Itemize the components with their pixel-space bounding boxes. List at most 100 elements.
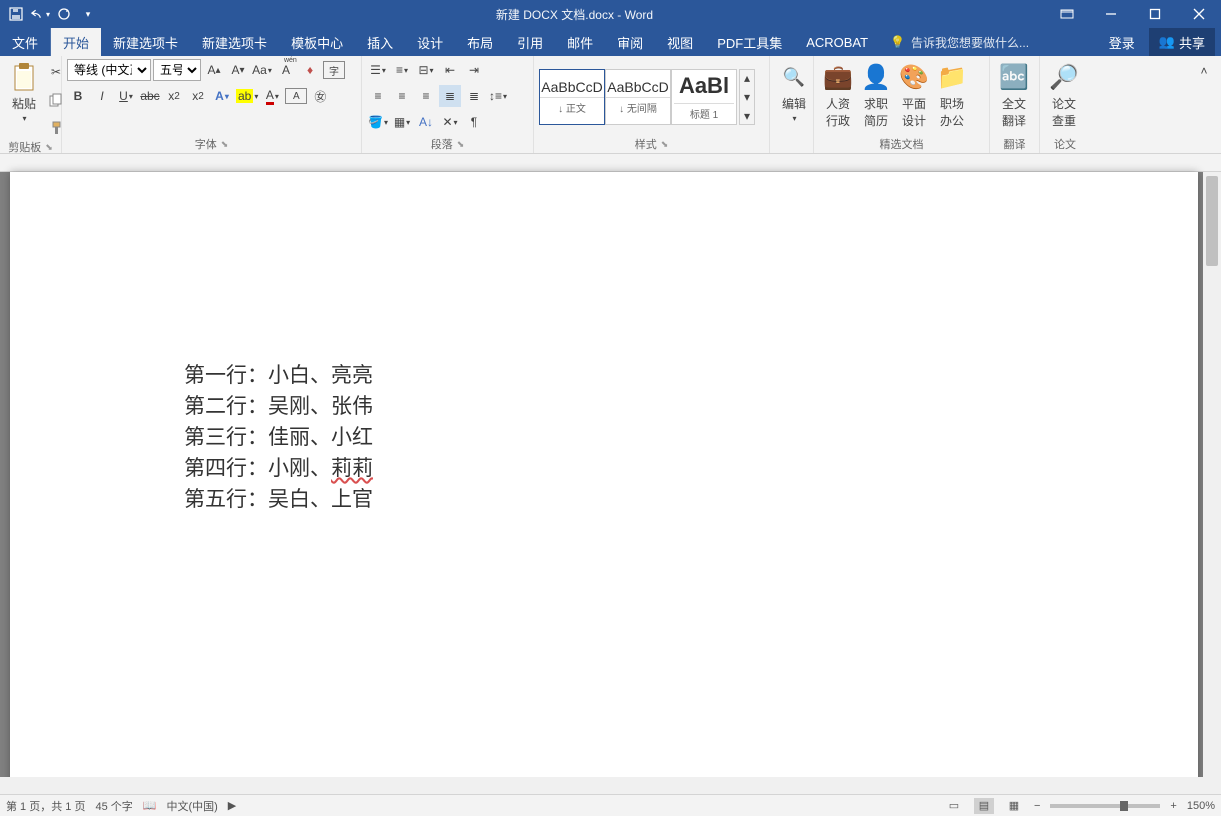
align-right-icon[interactable]: ≡: [415, 85, 437, 107]
scrollbar-vertical[interactable]: [1203, 172, 1221, 794]
read-mode-icon[interactable]: ▭: [944, 798, 964, 814]
document-content[interactable]: 第一行：小白、亮亮 第二行：吴刚、张伟 第三行：佳丽、小红 第四行：小刚、莉莉 …: [184, 360, 373, 515]
ribbon-mode-icon[interactable]: [1045, 0, 1089, 28]
macro-icon[interactable]: ▶: [228, 799, 236, 812]
asian-layout-icon[interactable]: ✕▾: [439, 111, 461, 133]
shading-icon[interactable]: 🪣▾: [367, 111, 389, 133]
person-icon: 👤: [860, 61, 892, 93]
style-no-spacing[interactable]: AaBbCcD↓ 无间隔: [605, 69, 671, 125]
style-normal[interactable]: AaBbCcD↓ 正文: [539, 69, 605, 125]
qat-more-icon[interactable]: ▾: [78, 4, 98, 24]
page-indicator[interactable]: 第 1 页，共 1 页: [6, 798, 85, 814]
language-indicator[interactable]: 中文(中国): [166, 798, 217, 814]
character-border-icon[interactable]: A: [285, 88, 307, 104]
full-translate-button[interactable]: 🔤全文 翻译: [995, 59, 1033, 131]
highlight-icon[interactable]: ab▾: [235, 85, 259, 107]
doc-resume[interactable]: 👤求职 简历: [857, 59, 895, 131]
grow-font-icon[interactable]: A▴: [203, 59, 225, 81]
zoom-in-icon[interactable]: +: [1170, 800, 1176, 812]
status-bar: 第 1 页，共 1 页 45 个字 📖 中文(中国) ▶ ▭ ▤ ▦ − + 1…: [0, 794, 1221, 816]
distribute-icon[interactable]: ≣: [463, 85, 485, 107]
tab-pdf-toolkit[interactable]: PDF工具集: [705, 28, 794, 56]
increase-indent-icon[interactable]: ⇥: [463, 59, 485, 81]
line-spacing-icon[interactable]: ↕≡▾: [487, 85, 509, 107]
tell-me[interactable]: 💡告诉我您想要做什么...: [880, 28, 1099, 56]
bullets-icon[interactable]: ☰▾: [367, 59, 389, 81]
dialog-launcher-icon[interactable]: ⬊: [661, 139, 669, 150]
tab-view[interactable]: 视图: [655, 28, 705, 56]
doc-hr-admin[interactable]: 💼人资 行政: [819, 59, 857, 131]
bold-icon[interactable]: B: [67, 85, 89, 107]
circled-char-icon[interactable]: ㊛: [309, 85, 331, 107]
decrease-indent-icon[interactable]: ⇤: [439, 59, 461, 81]
change-case-icon[interactable]: Aa▾: [251, 59, 273, 81]
doc-design[interactable]: 🎨平面 设计: [895, 59, 933, 131]
spellcheck-icon[interactable]: 📖: [143, 799, 157, 812]
collapse-ribbon-icon[interactable]: ˄: [1193, 60, 1215, 82]
tab-file[interactable]: 文件: [0, 28, 51, 56]
zoom-level[interactable]: 150%: [1187, 800, 1215, 812]
shrink-font-icon[interactable]: A▾: [227, 59, 249, 81]
sort-icon[interactable]: A↓: [415, 111, 437, 133]
font-size-combo[interactable]: 五号: [153, 59, 201, 81]
close-icon[interactable]: [1177, 0, 1221, 28]
multilevel-list-icon[interactable]: ⊟▾: [415, 59, 437, 81]
undo-icon[interactable]: ▾: [30, 4, 50, 24]
dialog-launcher-icon[interactable]: ⬊: [457, 139, 465, 150]
superscript-icon[interactable]: x2: [187, 85, 209, 107]
styles-up-icon[interactable]: ▴: [740, 70, 754, 86]
underline-icon[interactable]: U▾: [115, 85, 137, 107]
editing-button[interactable]: 🔍编辑▾: [775, 59, 813, 125]
page[interactable]: 第一行：小白、亮亮 第二行：吴刚、张伟 第三行：佳丽、小红 第四行：小刚、莉莉 …: [10, 172, 1198, 794]
paper-check-button[interactable]: 🔎论文 查重: [1045, 59, 1083, 131]
tab-newtab1[interactable]: 新建选项卡: [101, 28, 190, 56]
styles-down-icon[interactable]: ▾: [740, 89, 754, 105]
dialog-launcher-icon[interactable]: ⬊: [45, 142, 53, 153]
minimize-icon[interactable]: [1089, 0, 1133, 28]
numbering-icon[interactable]: ≡▾: [391, 59, 413, 81]
subscript-icon[interactable]: x2: [163, 85, 185, 107]
maximize-icon[interactable]: [1133, 0, 1177, 28]
paste-button[interactable]: 粘贴 ▾: [5, 59, 43, 125]
style-heading1[interactable]: AaBl标题 1: [671, 69, 737, 125]
doc-office[interactable]: 📁职场 办公: [933, 59, 971, 131]
font-name-combo[interactable]: 等线 (中文正: [67, 59, 151, 81]
scrollbar-thumb[interactable]: [1206, 176, 1218, 266]
show-marks-icon[interactable]: ¶: [463, 111, 485, 133]
print-layout-icon[interactable]: ▤: [974, 798, 994, 814]
tab-home[interactable]: 开始: [51, 28, 101, 56]
web-layout-icon[interactable]: ▦: [1004, 798, 1024, 814]
zoom-slider[interactable]: [1050, 804, 1160, 808]
ruler[interactable]: [0, 154, 1221, 172]
redo-icon[interactable]: [54, 4, 74, 24]
slider-thumb[interactable]: [1120, 801, 1128, 811]
clear-formatting-icon[interactable]: ♦: [299, 59, 321, 81]
tab-design[interactable]: 设计: [405, 28, 455, 56]
styles-more-icon[interactable]: ▾: [740, 108, 754, 124]
save-icon[interactable]: [6, 4, 26, 24]
align-left-icon[interactable]: ≡: [367, 85, 389, 107]
tab-newtab2[interactable]: 新建选项卡: [190, 28, 279, 56]
zoom-out-icon[interactable]: −: [1034, 800, 1040, 812]
share-button[interactable]: 👥共享: [1149, 28, 1215, 56]
tab-template-center[interactable]: 模板中心: [279, 28, 355, 56]
login-button[interactable]: 登录: [1099, 33, 1145, 52]
font-color-icon[interactable]: A▾: [261, 85, 283, 107]
tab-mailings[interactable]: 邮件: [555, 28, 605, 56]
enclose-characters-icon[interactable]: 字: [323, 61, 345, 79]
italic-icon[interactable]: I: [91, 85, 113, 107]
tab-review[interactable]: 审阅: [605, 28, 655, 56]
justify-icon[interactable]: ≣: [439, 85, 461, 107]
tab-insert[interactable]: 插入: [355, 28, 405, 56]
tab-layout[interactable]: 布局: [455, 28, 505, 56]
dialog-launcher-icon[interactable]: ⬊: [221, 139, 229, 150]
phonetic-guide-icon[interactable]: Awén: [275, 59, 297, 81]
scrollbar-horizontal[interactable]: [0, 777, 1203, 794]
borders-icon[interactable]: ▦▾: [391, 111, 413, 133]
text-effects-icon[interactable]: A▾: [211, 85, 233, 107]
align-center-icon[interactable]: ≡: [391, 85, 413, 107]
word-count[interactable]: 45 个字: [95, 798, 132, 814]
strikethrough-icon[interactable]: abc: [139, 85, 161, 107]
tab-acrobat[interactable]: ACROBAT: [794, 28, 880, 56]
tab-references[interactable]: 引用: [505, 28, 555, 56]
